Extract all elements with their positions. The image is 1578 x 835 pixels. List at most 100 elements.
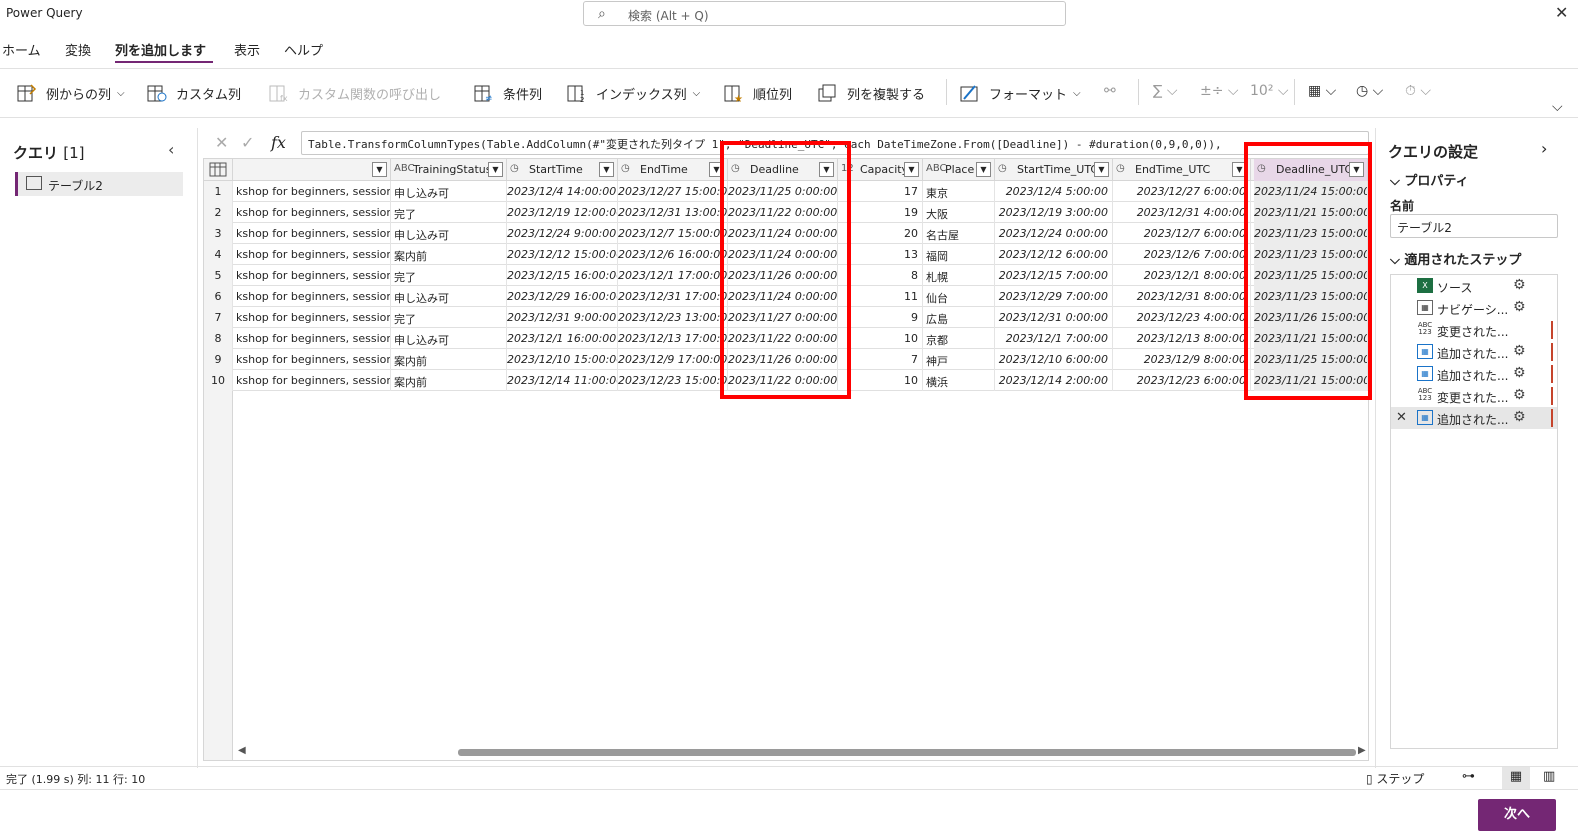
cell-title[interactable]: kshop for beginners, session 5 xyxy=(233,265,391,286)
gear-icon[interactable]: ⚙ xyxy=(1513,277,1526,293)
cell-starttime-utc[interactable]: 2023/12/1 7:00:00 xyxy=(995,328,1113,349)
scientific-icon[interactable]: 10² ⌵ xyxy=(1250,83,1289,99)
table-view-icon[interactable]: ▦ xyxy=(1502,767,1530,789)
cell-starttime[interactable]: 2023/12/1 16:00:00 xyxy=(507,328,618,349)
column-header-endtime-utc[interactable]: ◷ EndTime_UTC ▼ xyxy=(1113,159,1251,181)
tab-help[interactable]: ヘルプ xyxy=(284,40,323,59)
row-number[interactable]: 1 xyxy=(204,181,233,202)
step-changed-type[interactable]: ABC 123 変更された... ⚙ xyxy=(1391,385,1557,407)
schema-view-icon[interactable]: ▥ xyxy=(1543,769,1555,784)
steps-toggle[interactable]: ▯ ステップ xyxy=(1366,770,1424,787)
gear-icon[interactable]: ⚙ xyxy=(1513,365,1526,381)
chevron-down-icon[interactable]: ▼ xyxy=(599,162,614,177)
index-column-button[interactable]: 12 インデックス列 ⌵ xyxy=(566,81,700,105)
delete-step-icon[interactable]: ✕ xyxy=(1396,410,1407,425)
cell-place[interactable]: 名古屋 xyxy=(923,223,995,244)
cell-endtime-utc[interactable]: 2023/12/9 8:00:00 xyxy=(1113,349,1251,370)
column-header-place[interactable]: ABC Place ▼ xyxy=(923,159,995,181)
column-header-title[interactable]: ▼ xyxy=(233,159,391,181)
cell-starttime[interactable]: 2023/12/24 9:00:00 xyxy=(507,223,618,244)
cell-starttime-utc[interactable]: 2023/12/31 0:00:00 xyxy=(995,307,1113,328)
cell-endtime[interactable]: 2023/12/31 13:00:00 xyxy=(618,202,728,223)
column-header-trainingstatus[interactable]: ABC TrainingStatus ▼ xyxy=(391,159,507,181)
rank-column-button[interactable]: ★ 順位列 xyxy=(723,81,792,105)
gear-icon[interactable]: ⚙ xyxy=(1513,343,1526,359)
standard-icon[interactable]: ±÷ ⌵ xyxy=(1200,83,1239,99)
cell-place[interactable]: 札幌 xyxy=(923,265,995,286)
cell-endtime[interactable]: 2023/12/23 13:00:00 xyxy=(618,307,728,328)
chevron-down-icon[interactable]: ▼ xyxy=(904,162,919,177)
chevron-down-icon[interactable]: ▼ xyxy=(372,162,387,177)
cell-title[interactable]: kshop for beginners, session 8 xyxy=(233,328,391,349)
cell-title[interactable]: kshop for beginners, session 3 xyxy=(233,223,391,244)
cell-place[interactable]: 大阪 xyxy=(923,202,995,223)
cell-place[interactable]: 広島 xyxy=(923,307,995,328)
cell-endtime-utc[interactable]: 2023/12/1 8:00:00 xyxy=(1113,265,1251,286)
row-number[interactable]: 5 xyxy=(204,265,233,286)
cell-starttime-utc[interactable]: 2023/12/19 3:00:00 xyxy=(995,202,1113,223)
duration-icon[interactable]: ⏱ ⌵ xyxy=(1405,83,1431,99)
column-header-starttime[interactable]: ◷ StartTime ▼ xyxy=(507,159,618,181)
table-menu-icon[interactable] xyxy=(204,159,233,181)
cell-endtime-utc[interactable]: 2023/12/23 4:00:00 xyxy=(1113,307,1251,328)
cell-trainingstatus[interactable]: 申し込み可 xyxy=(391,286,507,307)
step-source[interactable]: X ソース ⚙ xyxy=(1391,275,1557,297)
cell-title[interactable]: kshop for beginners, session 6 xyxy=(233,286,391,307)
chevron-down-icon[interactable]: ▼ xyxy=(976,162,991,177)
row-number[interactable]: 10 xyxy=(204,370,233,391)
step-added-column-selected[interactable]: ✕ ▦ 追加された... ⚙ xyxy=(1391,407,1557,429)
tab-home[interactable]: ホーム xyxy=(2,40,41,59)
cell-place[interactable]: 仙台 xyxy=(923,286,995,307)
cell-starttime[interactable]: 2023/12/15 16:00:00 xyxy=(507,265,618,286)
cell-place[interactable]: 京都 xyxy=(923,328,995,349)
duplicate-column-button[interactable]: 列を複製する xyxy=(817,81,925,105)
cell-title[interactable]: kshop for beginners, session 1 xyxy=(233,181,391,202)
format-button[interactable]: フォーマット ⌵ xyxy=(959,81,1081,105)
diagram-view-icon[interactable]: ⊶ xyxy=(1462,769,1475,784)
close-icon[interactable]: ✕ xyxy=(1555,3,1568,22)
cell-starttime[interactable]: 2023/12/10 15:00:00 xyxy=(507,349,618,370)
statistics-icon[interactable]: ∑ ⌵ xyxy=(1153,83,1178,99)
cell-starttime-utc[interactable]: 2023/12/12 6:00:00 xyxy=(995,244,1113,265)
gear-icon[interactable]: ⚙ xyxy=(1513,387,1526,403)
cell-place[interactable]: 神戸 xyxy=(923,349,995,370)
next-button[interactable]: 次へ xyxy=(1478,799,1556,831)
column-from-examples-button[interactable]: 例からの列 ⌵ xyxy=(16,81,125,105)
cell-trainingstatus[interactable]: 案内前 xyxy=(391,370,507,391)
cancel-formula-icon[interactable]: ✕ xyxy=(215,133,228,152)
cell-endtime[interactable]: 2023/12/6 16:00:00 xyxy=(618,244,728,265)
commit-formula-icon[interactable]: ✓ xyxy=(241,133,254,152)
row-number[interactable]: 8 xyxy=(204,328,233,349)
cell-starttime[interactable]: 2023/12/14 11:00:00 xyxy=(507,370,618,391)
cell-endtime-utc[interactable]: 2023/12/27 6:00:00 xyxy=(1113,181,1251,202)
cell-endtime[interactable]: 2023/12/1 17:00:00 xyxy=(618,265,728,286)
step-added-column[interactable]: ▦ 追加された... ⚙ xyxy=(1391,363,1557,385)
row-number[interactable]: 7 xyxy=(204,307,233,328)
scroll-left-icon[interactable]: ◀ xyxy=(238,745,246,756)
cell-starttime[interactable]: 2023/12/31 9:00:00 xyxy=(507,307,618,328)
conditional-column-button[interactable]: ≠ 条件列 xyxy=(473,81,542,105)
step-navigation[interactable]: ▦ ナビゲーシ... ⚙ xyxy=(1391,297,1557,319)
cell-starttime[interactable]: 2023/12/12 15:00:00 xyxy=(507,244,618,265)
cell-endtime[interactable]: 2023/12/23 15:00:00 xyxy=(618,370,728,391)
row-number[interactable]: 9 xyxy=(204,349,233,370)
tab-view[interactable]: 表示 xyxy=(234,40,260,59)
cell-starttime-utc[interactable]: 2023/12/24 0:00:00 xyxy=(995,223,1113,244)
row-number[interactable]: 4 xyxy=(204,244,233,265)
gear-icon[interactable]: ⚙ xyxy=(1513,299,1526,315)
cell-endtime-utc[interactable]: 2023/12/6 7:00:00 xyxy=(1113,244,1251,265)
cell-trainingstatus[interactable]: 完了 xyxy=(391,202,507,223)
cell-endtime[interactable]: 2023/12/27 15:00:00 xyxy=(618,181,728,202)
cell-trainingstatus[interactable]: 案内前 xyxy=(391,349,507,370)
search-box[interactable]: ⌕ 検索 (Alt + Q) xyxy=(583,1,1066,26)
cell-endtime[interactable]: 2023/12/7 15:00:00 xyxy=(618,223,728,244)
cell-endtime[interactable]: 2023/12/13 17:00:00 xyxy=(618,328,728,349)
ribbon-expand-icon[interactable]: ⌵ xyxy=(1552,99,1563,115)
cell-starttime-utc[interactable]: 2023/12/10 6:00:00 xyxy=(995,349,1113,370)
cell-endtime-utc[interactable]: 2023/12/31 4:00:00 xyxy=(1113,202,1251,223)
cell-starttime[interactable]: 2023/12/29 16:00:00 xyxy=(507,286,618,307)
query-name-input[interactable]: テーブル2 xyxy=(1390,214,1558,238)
row-number[interactable]: 6 xyxy=(204,286,233,307)
cell-endtime[interactable]: 2023/12/9 17:00:00 xyxy=(618,349,728,370)
cell-endtime-utc[interactable]: 2023/12/31 8:00:00 xyxy=(1113,286,1251,307)
